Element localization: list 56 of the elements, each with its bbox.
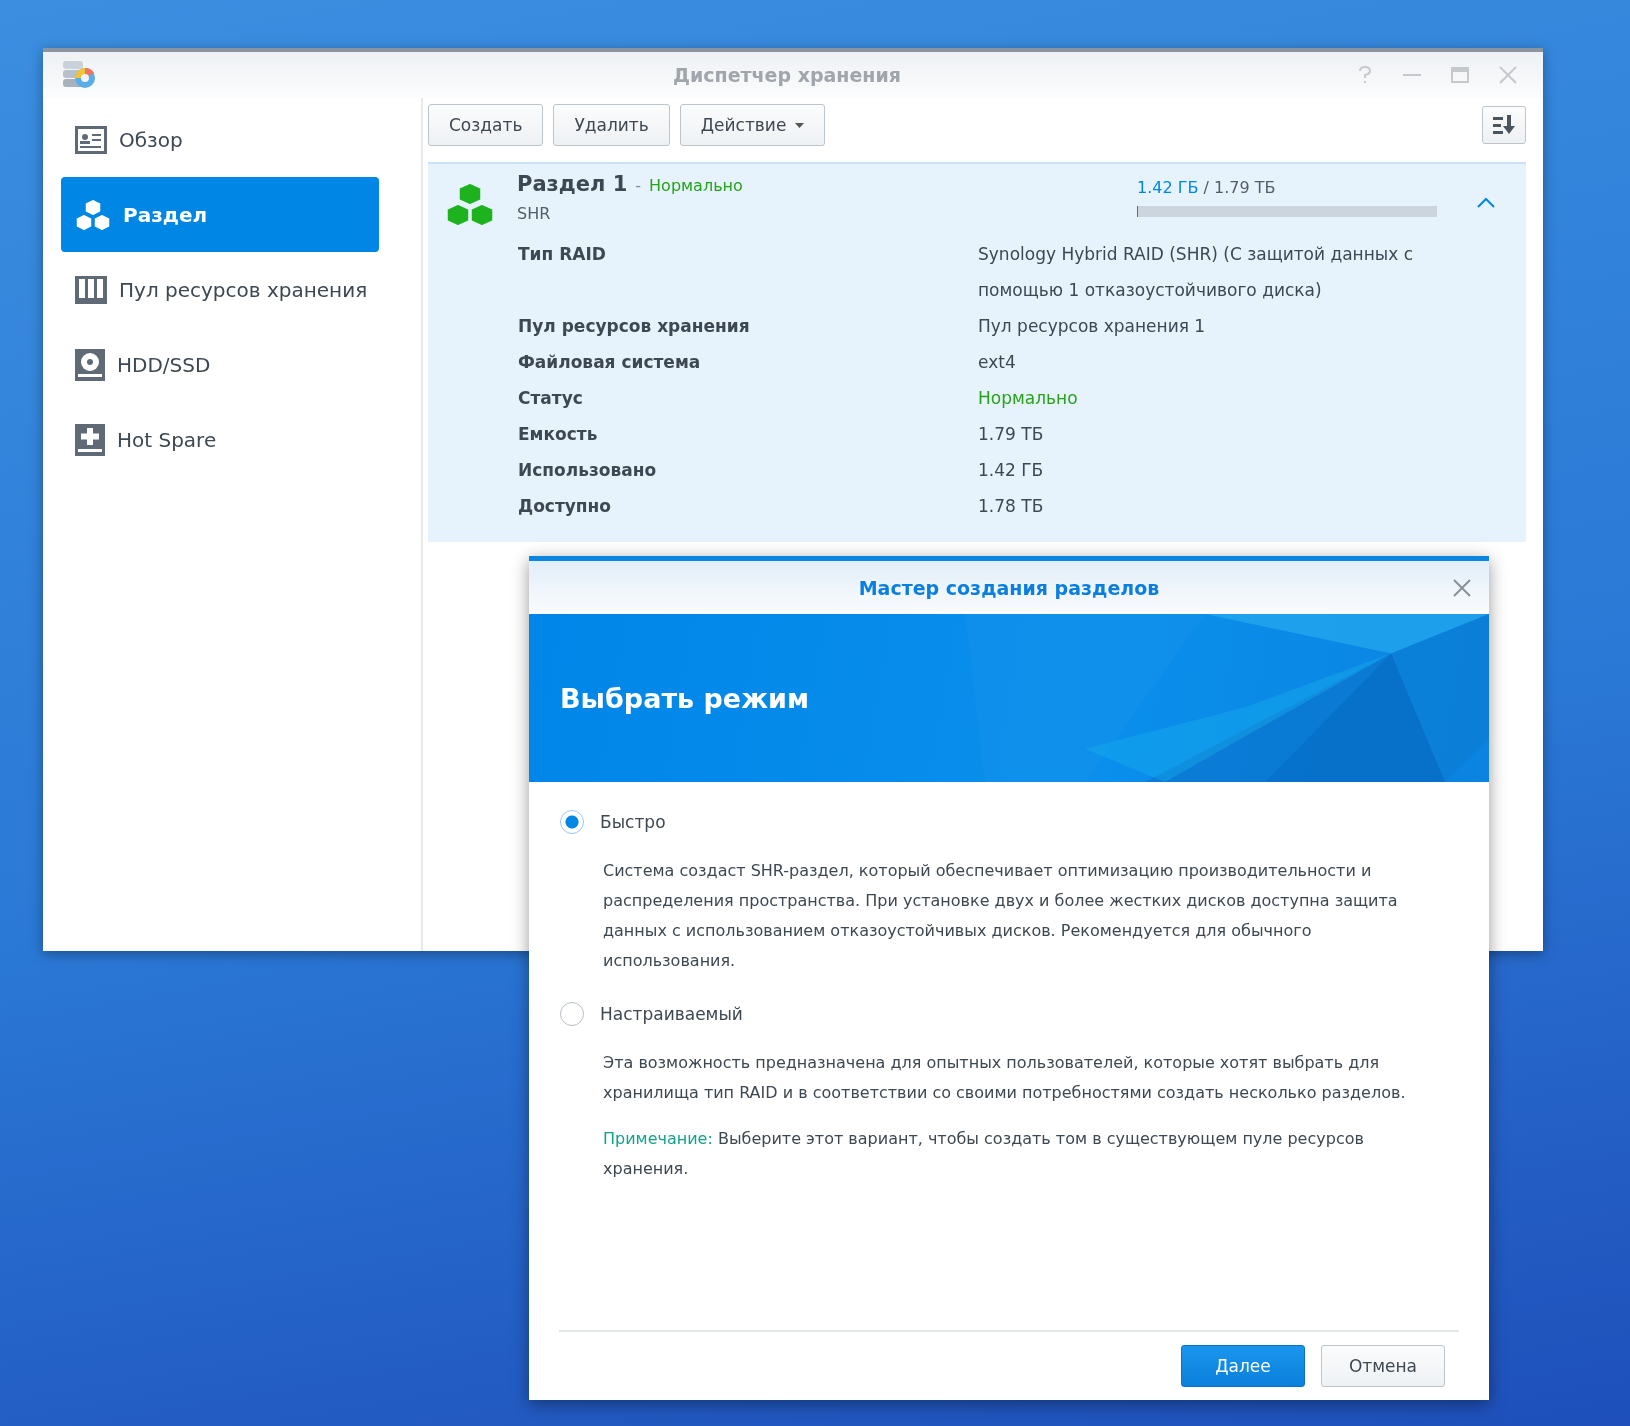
sidebar-item[interactable]: HDD/SSD xyxy=(61,327,379,402)
detail-value: 1.78 ТБ xyxy=(978,495,1045,518)
cubes-icon xyxy=(446,182,494,228)
detail-value: Пул ресурсов хранения 1 xyxy=(978,315,1207,338)
detail-value: Synology Hybrid RAID (SHR) (С защитой данных с помощью 1 отказоустойчивого диска) xyxy=(978,243,1415,302)
option-description: Эта возможность предназначена для опытных пользователей, которые хотят выбрать для хранилища тип RAID и в соответствии со своими потребностями создать несколько разделов. xyxy=(603,1052,1407,1104)
hard-drive-icon xyxy=(75,348,105,381)
detail-label: Статус xyxy=(518,387,584,410)
plus-drive-icon xyxy=(75,423,105,456)
detail-value: Нормально xyxy=(978,387,1079,410)
sidebar-item[interactable]: Hot Spare xyxy=(61,402,379,477)
close-icon[interactable] xyxy=(1499,66,1517,84)
detail-value: 1.42 ГБ xyxy=(978,459,1045,482)
detail-label: Пул ресурсов хранения xyxy=(518,315,751,338)
dialog-title: Мастер создания разделов xyxy=(858,576,1160,599)
volume-name: Раздел 1 xyxy=(517,172,628,196)
toolbar-button[interactable]: Удалить xyxy=(553,104,670,146)
volume-type: SHR xyxy=(517,204,552,223)
cubes-icon xyxy=(75,197,111,232)
dialog-button[interactable]: Отмена xyxy=(1321,1345,1445,1387)
used-capacity: 1.42 ГБ xyxy=(1137,178,1199,197)
option-description: Система создаст SHR-раздел, который обеспечивает оптимизацию производительности и распределения пространства. При установке двух и более жестких дисков доступна защита данных с использованием отказоустойчивых дисков. Рекомендуется для обычного использования. xyxy=(603,860,1399,972)
chevron-up-icon[interactable] xyxy=(1477,197,1495,208)
sidebar-item[interactable]: Обзор xyxy=(61,102,379,177)
separator-dash: - xyxy=(635,176,642,195)
detail-label: Доступно xyxy=(518,495,612,518)
sidebar-item[interactable]: Раздел xyxy=(61,177,379,252)
note-text: Примечание: Выберите этот вариант, чтобы создать том в существующем пуле ресурсов хранения. xyxy=(603,1128,1365,1180)
caret-icon xyxy=(795,122,805,128)
radio-button[interactable] xyxy=(560,810,584,834)
detail-value: 1.79 ТБ xyxy=(978,423,1045,446)
minimize-icon[interactable] xyxy=(1403,73,1421,77)
detail-label: Тип RAID xyxy=(518,243,607,266)
close-icon[interactable] xyxy=(1453,579,1471,597)
bars-icon xyxy=(75,275,107,304)
option-label: Быстро xyxy=(600,812,666,832)
toolbar-button[interactable]: Создать xyxy=(428,104,544,146)
dialog-button[interactable]: Далее xyxy=(1181,1345,1305,1387)
id-card-icon xyxy=(75,125,107,154)
storage-app-icon xyxy=(61,59,97,91)
help-icon[interactable] xyxy=(1357,66,1373,84)
total-capacity: / 1.79 ТБ xyxy=(1203,178,1276,197)
radio-button[interactable] xyxy=(560,1002,584,1026)
detail-label: Емкость xyxy=(518,423,599,446)
sort-icon xyxy=(1492,114,1516,136)
detail-label: Файловая система xyxy=(518,351,702,374)
maximize-icon[interactable] xyxy=(1451,67,1469,83)
sort-button[interactable] xyxy=(1482,106,1526,144)
toolbar-button[interactable]: Действие xyxy=(679,104,826,146)
sidebar-item[interactable]: Пул ресурсов хранения xyxy=(61,252,379,327)
volume-status: Нормально xyxy=(649,176,743,195)
window-title: Диспетчер хранения xyxy=(672,64,902,86)
option-label: Настраиваемый xyxy=(600,1004,743,1024)
detail-value: ext4 xyxy=(978,351,1017,374)
detail-label: Использовано xyxy=(518,459,658,482)
dialog-heading: Выбрать режим xyxy=(560,682,809,714)
